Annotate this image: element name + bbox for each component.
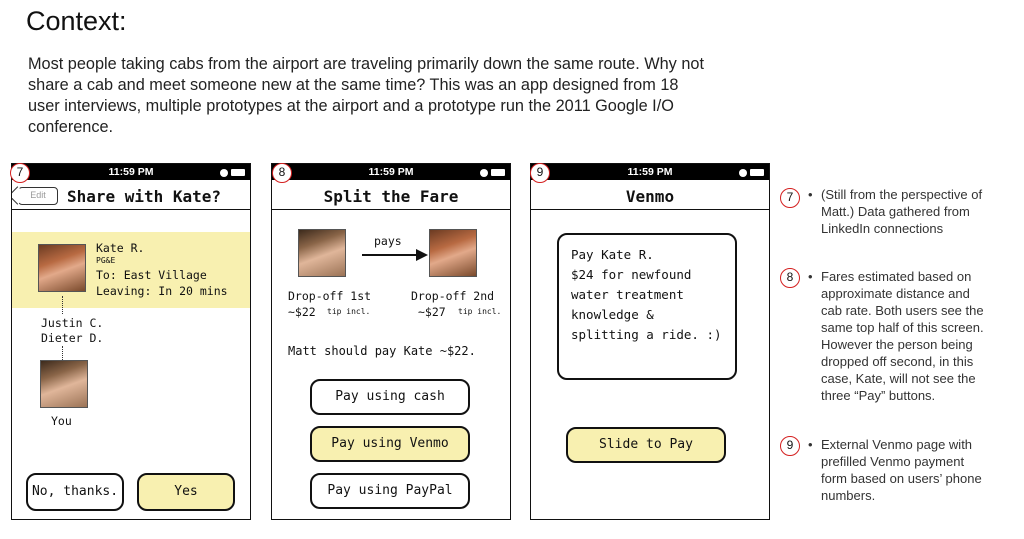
dropoff-first-label: Drop-off 1st	[288, 289, 372, 303]
status-time: 11:59 PM	[108, 166, 154, 178]
arrow-right-icon	[362, 249, 428, 261]
connector-line	[62, 296, 63, 314]
status-time: 11:59 PM	[368, 166, 414, 178]
fare-second: ~$27	[418, 305, 446, 319]
payer-avatar	[298, 229, 346, 277]
connector-line	[62, 346, 63, 360]
connection-name-1: Justin C.	[41, 316, 104, 330]
fare-first: ~$22	[288, 305, 316, 319]
message-line: Pay Kate R.	[571, 247, 654, 262]
nav-title: Venmo	[625, 187, 675, 206]
note-text: Fares estimated based on approximate dis…	[821, 269, 984, 403]
message-line: $24 for newfound	[571, 267, 692, 282]
status-bar: 11:59 PM	[272, 164, 510, 180]
slide-to-pay-button[interactable]: Slide to Pay	[566, 427, 726, 463]
note-8: • Fares estimated based on approximate d…	[808, 268, 988, 404]
status-bar: 11:59 PM	[531, 164, 769, 180]
tip-note-second: tip incl.	[458, 307, 502, 316]
kate-avatar	[38, 244, 86, 292]
step-badge-9: 9	[530, 163, 550, 183]
note-7: • (Still from the perspective of Matt.) …	[808, 186, 988, 237]
phone-screen-8: 11:59 PM Split the Fare pays Drop-off 1s…	[271, 163, 511, 520]
context-title: Context:	[26, 6, 127, 36]
match-company: PG&E	[96, 256, 116, 265]
nav-title: Split the Fare	[323, 187, 459, 206]
match-destination: To: East Village	[96, 268, 207, 282]
status-bar: 11:59 PM	[12, 164, 250, 180]
bullet: •	[808, 187, 813, 202]
accept-button[interactable]: Yes	[137, 473, 235, 511]
nav-bar: Edit Share with Kate?	[12, 180, 250, 210]
pays-label: pays	[374, 234, 402, 248]
nav-bar: Venmo	[531, 180, 769, 210]
note-badge-7: 7	[780, 188, 800, 208]
note-9: • External Venmo page with prefilled Ven…	[808, 436, 988, 504]
status-time: 11:59 PM	[627, 166, 673, 178]
note-text: (Still from the perspective of Matt.) Da…	[821, 187, 983, 236]
nav-bar: Split the Fare	[272, 180, 510, 210]
context-body: Most people taking cabs from the airport…	[28, 55, 704, 136]
decline-button[interactable]: No, thanks.	[26, 473, 124, 511]
battery-icon	[491, 169, 505, 177]
payee-avatar	[429, 229, 477, 277]
nav-title: Share with Kate?	[66, 187, 222, 206]
battery-icon	[750, 169, 764, 177]
battery-icon	[231, 169, 245, 177]
step-badge-7: 7	[10, 163, 30, 183]
status-icons	[739, 164, 764, 180]
connection-name-2: Dieter D.	[41, 331, 104, 345]
match-name: Kate R.	[96, 241, 145, 255]
you-label: You	[51, 414, 72, 428]
clock-icon	[739, 168, 747, 177]
note-text: External Venmo page with prefilled Venmo…	[821, 437, 982, 503]
message-line: knowledge &	[571, 307, 654, 322]
match-leaving: Leaving: In 20 mins	[96, 284, 228, 298]
you-avatar	[40, 360, 88, 408]
clock-icon	[220, 168, 228, 177]
phone-screen-7: 11:59 PM Edit Share with Kate? Kate R. P…	[11, 163, 251, 520]
phone-screen-9: 11:59 PM Venmo Pay Kate R. $24 for newfo…	[530, 163, 770, 520]
status-icons	[220, 164, 245, 180]
note-badge-8: 8	[780, 268, 800, 288]
dropoff-second-label: Drop-off 2nd	[411, 289, 495, 303]
clock-icon	[480, 168, 488, 177]
pay-cash-button[interactable]: Pay using cash	[310, 379, 470, 415]
bullet: •	[808, 269, 813, 284]
status-icons	[480, 164, 505, 180]
pay-paypal-button[interactable]: Pay using PayPal	[310, 473, 470, 509]
pay-venmo-button[interactable]: Pay using Venmo	[310, 426, 470, 462]
tip-note-first: tip incl.	[327, 307, 371, 316]
message-line: splitting a ride. :)	[571, 327, 722, 342]
step-badge-8: 8	[272, 163, 292, 183]
note-badge-9: 9	[780, 436, 800, 456]
bullet: •	[808, 437, 813, 452]
payment-message-box[interactable]: Pay Kate R. $24 for newfound water treat…	[557, 233, 737, 380]
message-line: water treatment	[571, 287, 684, 302]
fare-summary: Matt should pay Kate ~$22.	[288, 344, 476, 358]
